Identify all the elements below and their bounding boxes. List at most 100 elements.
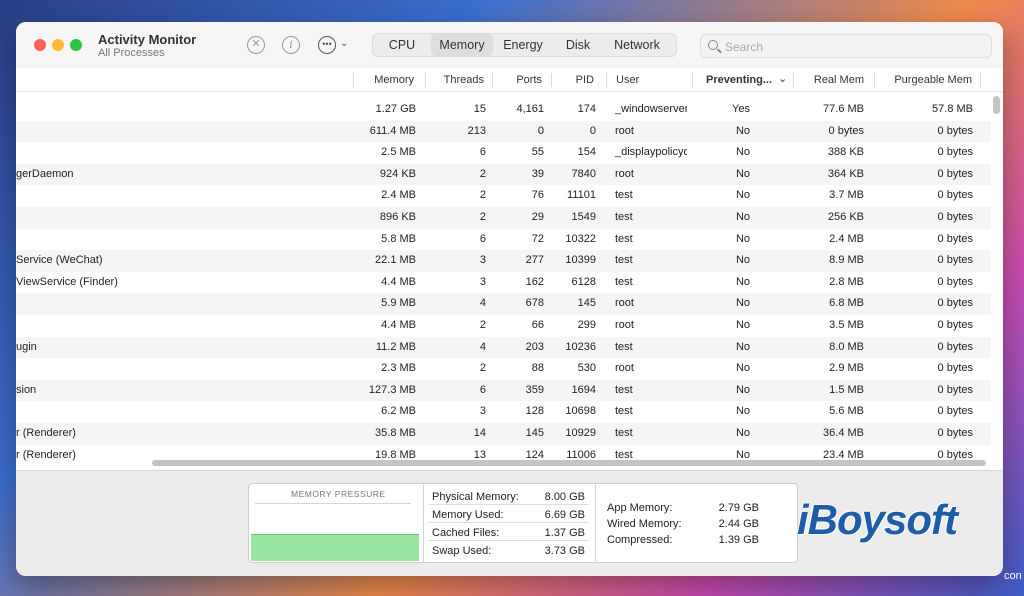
column-user[interactable]: User — [616, 74, 639, 86]
info-icon[interactable]: i — [282, 36, 300, 54]
table-row[interactable]: 2.3 MB288530rootNo2.9 MB0 bytes — [16, 358, 991, 380]
table-row[interactable]: ViewService (Finder)4.4 MB31626128testNo… — [16, 272, 991, 294]
search-field[interactable]: Search — [700, 34, 992, 58]
column-pid[interactable]: PID — [554, 74, 594, 86]
memory-used-value: 6.69 GB — [529, 509, 585, 521]
tab-network[interactable]: Network — [603, 34, 671, 56]
table-row[interactable]: 5.8 MB67210322testNo2.4 MB0 bytes — [16, 229, 991, 251]
cell-user: test — [615, 211, 687, 223]
table-row[interactable]: r (Renderer)35.8 MB1414510929testNo36.4 … — [16, 423, 991, 445]
cell-threads: 6 — [428, 233, 486, 245]
zoom-window-button[interactable] — [70, 39, 82, 51]
compressed-label: Compressed: — [607, 534, 672, 546]
close-window-button[interactable] — [34, 39, 46, 51]
column-threads[interactable]: Threads — [428, 74, 484, 86]
cell-user: _displaypolicyd — [615, 146, 687, 158]
cell-memory: 5.8 MB — [356, 233, 416, 245]
table-row[interactable]: gerDaemon924 KB2397840rootNo364 KB0 byte… — [16, 164, 991, 186]
column-memory[interactable]: Memory — [356, 74, 414, 86]
app-memory-value: 2.79 GB — [701, 502, 759, 514]
cell-pid: 7840 — [554, 168, 596, 180]
table-row[interactable]: 4.4 MB266299rootNo3.5 MB0 bytes — [16, 315, 991, 337]
cached-files-label: Cached Files: — [432, 527, 499, 539]
cell-ports: 88 — [495, 362, 544, 374]
cell-memory: 6.2 MB — [356, 405, 416, 417]
tab-disk[interactable]: Disk — [553, 34, 603, 56]
cell-preventing: No — [716, 427, 750, 439]
process-table: 1.27 GB154,161174_windowserverYes77.6 MB… — [16, 99, 991, 463]
table-row[interactable]: 896 KB2291549testNo256 KB0 bytes — [16, 207, 991, 229]
table-row[interactable]: 2.4 MB27611101testNo3.7 MB0 bytes — [16, 185, 991, 207]
cell-real: 2.4 MB — [796, 233, 864, 245]
cell-threads: 2 — [428, 211, 486, 223]
swap-used-value: 3.73 GB — [529, 545, 585, 557]
vertical-scrollbar[interactable] — [993, 96, 1000, 114]
cell-real: 6.8 MB — [796, 297, 864, 309]
cell-real: 256 KB — [796, 211, 864, 223]
cell-purgeable: 0 bytes — [877, 211, 973, 223]
more-options-icon[interactable]: ••• — [318, 36, 336, 54]
activity-monitor-window: Activity Monitor All Processes ✕ i ••• ⌄… — [16, 22, 1003, 576]
cell-real: 77.6 MB — [796, 103, 864, 115]
table-row[interactable]: 6.2 MB312810698testNo5.6 MB0 bytes — [16, 401, 991, 423]
column-real-mem[interactable]: Real Mem — [796, 74, 864, 86]
cell-pid: 145 — [554, 297, 596, 309]
cell-real: 5.6 MB — [796, 405, 864, 417]
tab-energy[interactable]: Energy — [493, 34, 553, 56]
table-row[interactable]: 2.5 MB655154_displaypolicydNo388 KB0 byt… — [16, 142, 991, 164]
column-ports[interactable]: Ports — [495, 74, 542, 86]
cell-purgeable: 0 bytes — [877, 254, 973, 266]
cell-ports: 277 — [495, 254, 544, 266]
window-subtitle: All Processes — [98, 47, 165, 59]
column-preventing-sleep[interactable]: Preventing... — [706, 74, 772, 86]
cell-memory: 19.8 MB — [356, 449, 416, 461]
cell-pid: 11006 — [554, 449, 596, 461]
table-row[interactable]: 611.4 MB21300rootNo0 bytes0 bytes — [16, 121, 991, 143]
cell-pid: 1694 — [554, 384, 596, 396]
search-placeholder: Search — [725, 40, 763, 54]
table-row[interactable]: ugin11.2 MB420310236testNo8.0 MB0 bytes — [16, 337, 991, 359]
cell-threads: 4 — [428, 297, 486, 309]
cell-preventing: No — [716, 362, 750, 374]
cell-ports: 29 — [495, 211, 544, 223]
tab-cpu[interactable]: CPU — [373, 34, 431, 56]
minimize-window-button[interactable] — [52, 39, 64, 51]
cell-threads: 15 — [428, 103, 486, 115]
cell-user: root — [615, 168, 687, 180]
cell-name: gerDaemon — [16, 168, 73, 180]
cell-ports: 359 — [495, 384, 544, 396]
chevron-down-icon[interactable]: ⌄ — [340, 38, 348, 49]
table-row[interactable]: sion127.3 MB63591694testNo1.5 MB0 bytes — [16, 380, 991, 402]
cell-threads: 3 — [428, 254, 486, 266]
stop-process-icon[interactable]: ✕ — [247, 36, 265, 54]
cell-user: test — [615, 449, 687, 461]
cell-purgeable: 0 bytes — [877, 362, 973, 374]
cell-pid: 0 — [554, 125, 596, 137]
cell-ports: 4,161 — [495, 103, 544, 115]
table-row[interactable]: Service (WeChat)22.1 MB327710399testNo8.… — [16, 250, 991, 272]
cell-threads: 3 — [428, 276, 486, 288]
cell-real: 8.0 MB — [796, 341, 864, 353]
sort-chevron-icon[interactable]: ⌄ — [778, 72, 787, 85]
window-title: Activity Monitor — [98, 32, 196, 47]
horizontal-scrollbar[interactable] — [152, 460, 986, 466]
cell-purgeable: 0 bytes — [877, 168, 973, 180]
table-row[interactable]: 1.27 GB154,161174_windowserverYes77.6 MB… — [16, 99, 991, 121]
cell-memory: 11.2 MB — [356, 341, 416, 353]
cell-preventing: No — [716, 125, 750, 137]
column-purgeable-mem[interactable]: Purgeable Mem — [877, 74, 972, 86]
cell-user: test — [615, 384, 687, 396]
table-row[interactable]: 5.9 MB4678145rootNo6.8 MB0 bytes — [16, 293, 991, 315]
cell-memory: 2.5 MB — [356, 146, 416, 158]
tab-memory[interactable]: Memory — [431, 34, 493, 56]
cell-threads: 13 — [428, 449, 486, 461]
cell-real: 23.4 MB — [796, 449, 864, 461]
cell-memory: 4.4 MB — [356, 276, 416, 288]
cell-user: test — [615, 427, 687, 439]
cell-preventing: No — [716, 276, 750, 288]
compressed-value: 1.39 GB — [701, 534, 759, 546]
wired-memory-value: 2.44 GB — [701, 518, 759, 530]
cell-ports: 66 — [495, 319, 544, 331]
cell-pid: 10399 — [554, 254, 596, 266]
cell-threads: 213 — [428, 125, 486, 137]
